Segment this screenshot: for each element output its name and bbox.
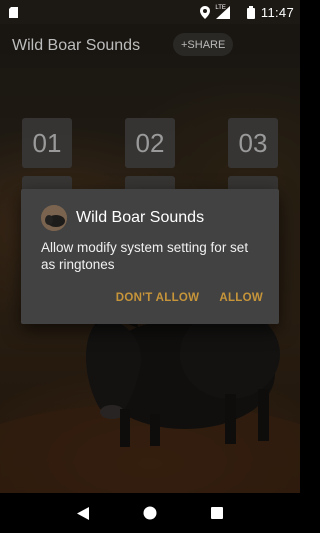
sd-card-icon bbox=[9, 6, 18, 18]
permission-dialog: Wild Boar Sounds Allow modify system set… bbox=[21, 189, 279, 324]
battery-icon bbox=[246, 5, 255, 19]
status-bar: LTE 11:47 bbox=[0, 0, 300, 24]
dialog-actions: DON'T ALLOW ALLOW bbox=[116, 292, 263, 304]
location-icon bbox=[200, 5, 211, 19]
dialog-message: Allow modify system setting for set as r… bbox=[41, 240, 249, 272]
wild-boar-app-icon bbox=[41, 205, 67, 231]
sound-tile-02[interactable]: 02 bbox=[125, 118, 175, 168]
allow-button[interactable]: ALLOW bbox=[219, 292, 263, 304]
share-button[interactable]: +SHARE bbox=[173, 33, 234, 56]
dialog-title: Wild Boar Sounds bbox=[76, 209, 205, 226]
back-icon[interactable] bbox=[68, 498, 98, 528]
sound-tile-01[interactable]: 01 bbox=[22, 118, 72, 168]
lte-signal-icon: LTE bbox=[215, 5, 241, 19]
status-right: LTE 11:47 bbox=[200, 5, 294, 20]
lte-label: LTE bbox=[215, 5, 226, 11]
dont-allow-button[interactable]: DON'T ALLOW bbox=[116, 292, 200, 304]
recents-icon[interactable] bbox=[202, 498, 232, 528]
app-title: Wild Boar Sounds bbox=[12, 37, 141, 54]
toolbar: Wild Boar Sounds +SHARE bbox=[0, 24, 300, 68]
clock: 11:47 bbox=[260, 4, 294, 20]
navigation-bar bbox=[0, 493, 300, 533]
home-icon[interactable] bbox=[135, 498, 165, 528]
dialog-header: Wild Boar Sounds bbox=[41, 205, 204, 231]
sound-tile-03[interactable]: 03 bbox=[228, 118, 278, 168]
